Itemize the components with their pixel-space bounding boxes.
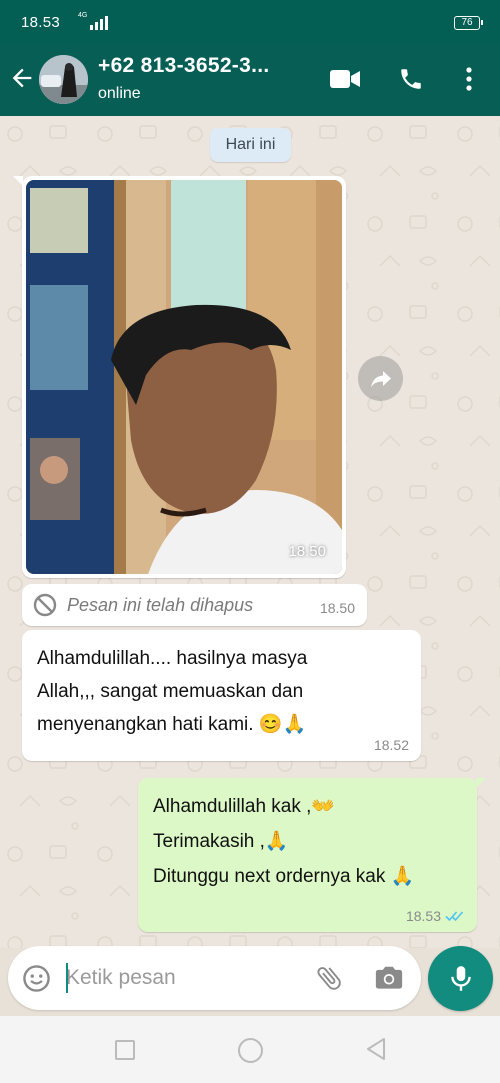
status-bar: 18.53 4G 76 bbox=[0, 0, 500, 44]
mic-icon bbox=[450, 965, 471, 991]
recents-button[interactable] bbox=[115, 1040, 135, 1060]
avatar[interactable] bbox=[39, 55, 88, 104]
message-composer bbox=[8, 946, 421, 1010]
incoming-message[interactable]: Alhamdulillah.... hasilnya masya Allah,,… bbox=[22, 630, 421, 761]
video-call-icon[interactable] bbox=[329, 67, 361, 91]
contact-status: online bbox=[98, 85, 141, 102]
status-time: 18.53 bbox=[21, 14, 61, 31]
message-text: Alhamdulillah kak ,👐 Terimakasih ,🙏 Ditu… bbox=[153, 796, 415, 887]
message-photo[interactable]: 18.50 bbox=[26, 180, 342, 574]
outgoing-message[interactable]: Alhamdulillah kak ,👐 Terimakasih ,🙏 Ditu… bbox=[138, 778, 486, 932]
voice-call-icon[interactable] bbox=[398, 65, 424, 93]
more-vertical-icon[interactable] bbox=[459, 65, 479, 93]
forward-icon bbox=[370, 370, 391, 387]
chat-area[interactable]: Hari ini 18.50 Pesan ini telah dihapus 1… bbox=[0, 116, 500, 948]
image-message[interactable]: 18.50 bbox=[13, 176, 346, 578]
deleted-message-text: Pesan ini telah dihapus bbox=[67, 595, 254, 615]
contact-name[interactable]: +62 813-3652-3... bbox=[98, 54, 269, 78]
camera-icon[interactable] bbox=[374, 964, 404, 992]
message-time: 18.50 bbox=[319, 600, 355, 616]
message-time: 18.53 bbox=[405, 908, 441, 924]
attach-icon[interactable] bbox=[314, 963, 344, 993]
system-nav-bar bbox=[0, 1016, 500, 1083]
message-input[interactable] bbox=[66, 960, 286, 996]
deleted-message[interactable]: Pesan ini telah dihapus 18.50 bbox=[22, 584, 367, 626]
forward-button[interactable] bbox=[358, 356, 403, 401]
emoji-icon[interactable] bbox=[22, 964, 51, 993]
deleted-icon bbox=[33, 593, 57, 617]
message-time: 18.52 bbox=[373, 737, 409, 753]
mic-button[interactable] bbox=[428, 946, 493, 1011]
battery-level: 76 bbox=[461, 17, 473, 28]
battery-icon: 76 bbox=[454, 16, 483, 30]
message-meta: 18.53 bbox=[406, 908, 465, 924]
signal-icon: 4G bbox=[78, 12, 108, 30]
message-text: Alhamdulillah.... hasilnya masya Allah,,… bbox=[37, 648, 308, 735]
text-caret bbox=[66, 963, 68, 993]
system-back-icon[interactable] bbox=[364, 1036, 388, 1062]
home-button[interactable] bbox=[238, 1038, 263, 1063]
message-time: 18.50 bbox=[288, 543, 326, 560]
read-ticks-icon bbox=[445, 911, 464, 922]
date-chip: Hari ini bbox=[210, 128, 291, 162]
back-arrow-icon[interactable] bbox=[8, 64, 36, 92]
chat-header: +62 813-3652-3... online bbox=[0, 44, 500, 116]
network-type: 4G bbox=[78, 12, 88, 19]
